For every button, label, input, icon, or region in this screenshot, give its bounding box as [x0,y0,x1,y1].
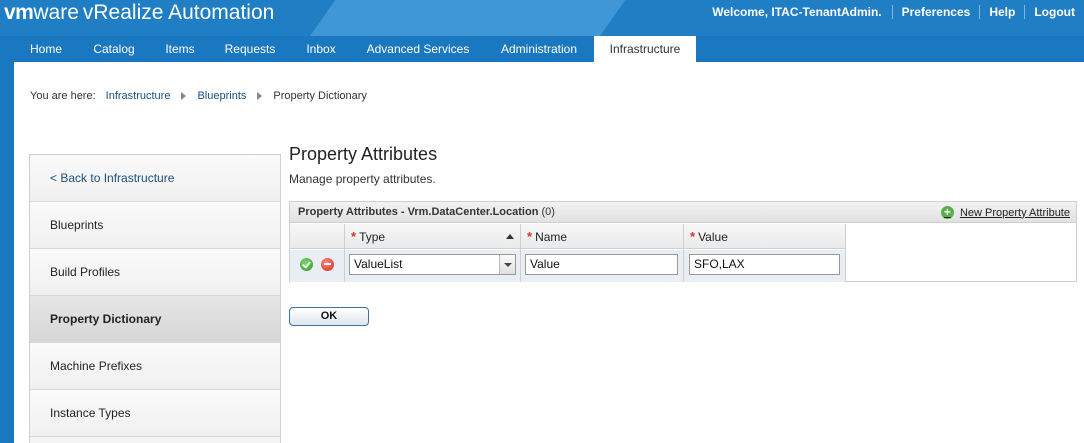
tab-infrastructure[interactable]: Infrastructure [594,36,696,62]
sidebar-item-property-dictionary[interactable]: Property Dictionary [30,296,280,343]
type-header[interactable]: * Type [345,224,520,249]
breadcrumb-blueprints[interactable]: Blueprints [197,90,246,102]
product-name: vRealize Automation [82,1,275,24]
sort-ascending-icon [506,234,514,239]
add-icon: + [940,206,954,219]
name-column: * Name Value [521,224,684,282]
type-select[interactable]: ValueList [349,254,516,275]
type-cell: ValueList [345,250,520,282]
required-icon: * [351,229,357,244]
actions-header [290,224,344,249]
save-row-icon[interactable] [300,258,313,271]
sidebar-item-instance-types[interactable]: Instance Types [30,390,280,437]
sidebar-item-back[interactable]: < Back to Infrastructure [30,155,280,202]
tab-home[interactable]: Home [16,36,76,62]
cancel-row-icon[interactable] [321,258,334,271]
preferences-link[interactable]: Preferences [893,0,980,24]
tab-administration[interactable]: Administration [486,36,592,62]
grid-columns: * Type ValueList * Name Value * Value SF… [290,224,846,282]
breadcrumb-infrastructure[interactable]: Infrastructure [106,90,171,102]
property-attributes-grid: Property Attributes - Vrm.DataCenter.Loc… [289,201,1077,282]
value-header-label: Value [698,230,728,244]
sidebar-item-build-profiles[interactable]: Build Profiles [30,249,280,296]
breadcrumb-current: Property Dictionary [273,90,367,102]
required-icon: * [690,229,696,244]
value-input[interactable]: SFO,LAX [689,254,840,275]
breadcrumb-prefix: You are here: [30,90,96,102]
content-panel: You are here: Infrastructure Blueprints … [14,62,1084,443]
logout-link[interactable]: Logout [1025,0,1084,24]
tab-inbox[interactable]: Inbox [292,36,350,62]
name-header[interactable]: * Name [521,224,683,249]
welcome-text: Welcome, ITAC-TenantAdmin. [712,5,882,19]
type-column: * Type ValueList [345,224,521,282]
tab-requests[interactable]: Requests [212,36,288,62]
ok-button[interactable]: OK [289,307,369,326]
grid-title-text: Property Attributes - Vrm.DataCenter.Loc… [298,206,539,218]
value-cell: SFO,LAX [684,250,845,282]
sidebar-item-machine-prefixes[interactable]: Machine Prefixes [30,343,280,390]
name-cell: Value [521,250,683,282]
name-input[interactable]: Value [525,254,678,275]
header-decoration [310,0,626,36]
type-header-label: Type [359,230,386,244]
actions-cell [290,250,344,282]
tab-advanced-services[interactable]: Advanced Services [354,36,482,62]
main-nav: Home Catalog Items Requests Inbox Advanc… [0,36,1084,62]
actions-column [290,224,345,282]
breadcrumb-arrow-icon [181,92,187,100]
sidebar-item-blueprints[interactable]: Blueprints [30,202,280,249]
page-subtitle: Manage property attributes. [289,172,436,186]
top-header: vmware vRealize Automation Welcome, ITAC-… [0,0,1084,36]
chevron-down-icon[interactable] [499,255,515,274]
tab-items[interactable]: Items [152,36,208,62]
required-icon: * [527,229,533,244]
tab-catalog[interactable]: Catalog [80,36,148,62]
grid-header: Property Attributes - Vrm.DataCenter.Loc… [290,202,1076,223]
breadcrumb: You are here: Infrastructure Blueprints … [30,90,367,102]
sidebar: < Back to Infrastructure Blueprints Buil… [29,154,281,443]
page-title: Property Attributes [289,144,438,164]
brand-ware: ware [33,1,79,24]
grid-count: (0) [541,206,555,218]
name-header-label: Name [535,230,568,244]
value-column: * Value SFO,LAX [684,224,846,282]
new-property-attribute-label: New Property Attribute [959,206,1070,219]
type-select-value: ValueList [354,257,403,271]
new-property-attribute-button[interactable]: + New Property Attribute [940,206,1070,219]
brand-vm: vm [4,1,34,24]
help-link[interactable]: Help [980,0,1024,24]
user-bar: Welcome, ITAC-TenantAdmin. Preferences H… [702,0,1084,24]
value-header[interactable]: * Value [684,224,845,249]
grid-title: Property Attributes - Vrm.DataCenter.Loc… [298,206,555,218]
product-logo: vmware vRealize Automation [4,0,274,28]
breadcrumb-arrow-icon [257,92,263,100]
